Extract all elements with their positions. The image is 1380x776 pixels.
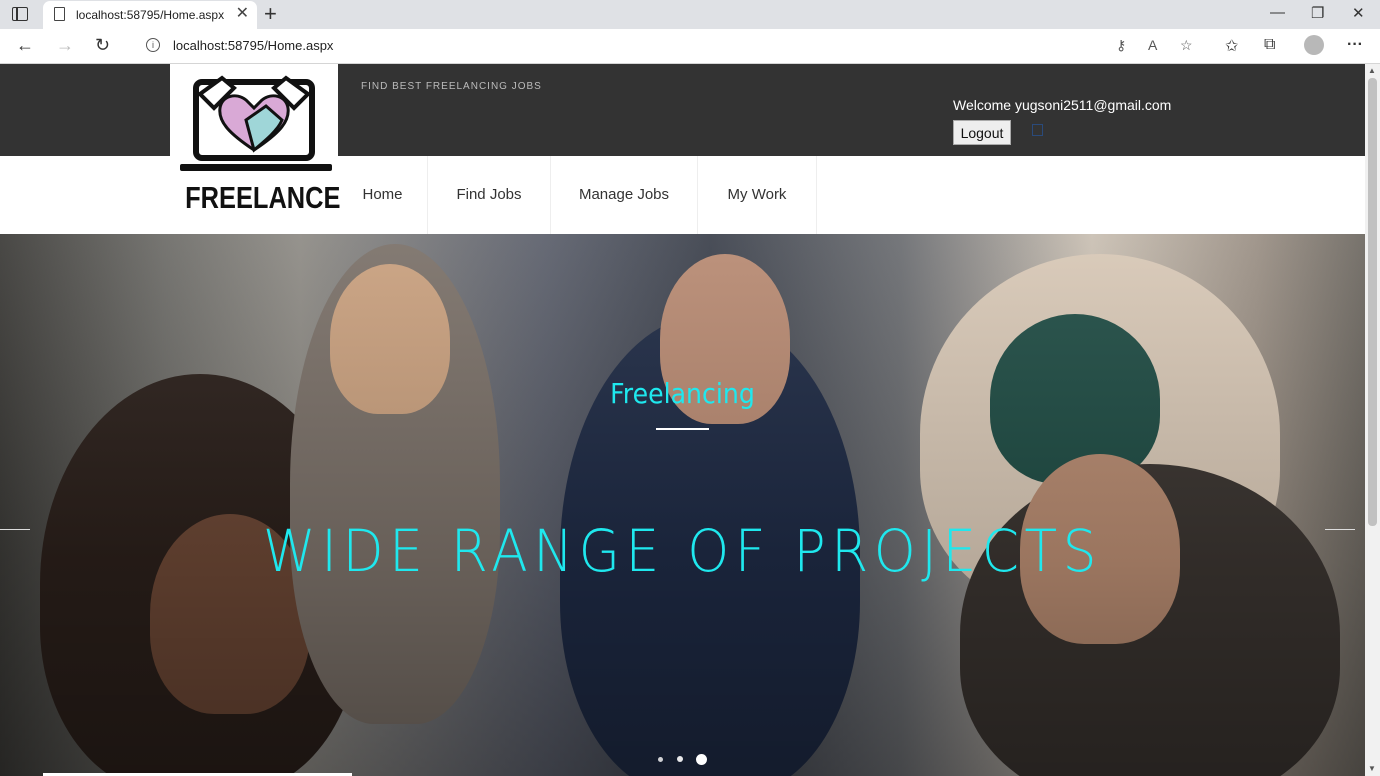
more-menu-icon[interactable]: ···: [1347, 36, 1363, 54]
nav-item-manage-jobs[interactable]: Manage Jobs: [551, 156, 698, 234]
nav-item-find-jobs[interactable]: Find Jobs: [428, 156, 551, 234]
close-window-icon[interactable]: ✕: [1352, 4, 1365, 22]
next-slide-control[interactable]: [1325, 529, 1355, 530]
carousel-dot-1[interactable]: [658, 757, 663, 762]
forward-icon[interactable]: →: [56, 35, 74, 55]
favorites-icon[interactable]: ✩: [1225, 36, 1238, 56]
hero-divider: [656, 428, 709, 430]
browser-tab-bar: localhost:58795/Home.aspx ✕ + — ❐ ✕: [0, 0, 1380, 29]
collections-icon[interactable]: ⧉: [1264, 36, 1275, 54]
nav-item-home[interactable]: Home: [338, 156, 428, 234]
key-icon[interactable]: ⚷: [1116, 37, 1126, 54]
carousel-dot-2[interactable]: [677, 756, 683, 762]
page-viewport: FIND BEST FREELANCING JOBS Welcome yugso…: [0, 64, 1365, 776]
hero-subtitle: Freelancing: [610, 377, 755, 410]
tagline: FIND BEST FREELANCING JOBS: [361, 81, 542, 92]
handshake-laptop-icon: [180, 75, 332, 171]
restore-icon[interactable]: ❐: [1311, 4, 1324, 22]
back-icon[interactable]: ←: [16, 35, 34, 55]
carousel-dot-3-active[interactable]: [696, 754, 707, 765]
page-icon: [54, 7, 65, 21]
favorite-add-icon[interactable]: ☆: [1180, 37, 1193, 54]
prev-slide-control[interactable]: [0, 529, 30, 530]
logo-text: FREELANCE: [185, 180, 341, 215]
nav-item-my-work[interactable]: My Work: [698, 156, 817, 234]
new-tab-icon[interactable]: +: [264, 3, 277, 25]
scroll-up-icon[interactable]: ▲: [1368, 66, 1376, 75]
welcome-text: Welcome yugsoni2511@gmail.com: [953, 97, 1172, 113]
logout-button[interactable]: Logout: [953, 120, 1011, 145]
address-bar[interactable]: i localhost:58795/Home.aspx ⚷ A ☆: [130, 33, 1208, 59]
tab-actions-icon[interactable]: [12, 7, 28, 21]
site-logo[interactable]: FREELANCE: [170, 64, 341, 234]
refresh-icon[interactable]: ↻: [95, 35, 110, 55]
page-scrollbar[interactable]: ▲ ▼: [1365, 64, 1380, 776]
hero-title: WIDE RANGE OF PROJECTS: [262, 517, 1103, 585]
url-text[interactable]: localhost:58795/Home.aspx: [173, 38, 333, 53]
read-aloud-icon[interactable]: A: [1148, 37, 1157, 53]
close-tab-icon[interactable]: ✕: [236, 5, 249, 23]
site-info-icon[interactable]: i: [146, 38, 160, 52]
scroll-down-icon[interactable]: ▼: [1368, 764, 1376, 773]
tab-title: localhost:58795/Home.aspx: [76, 8, 225, 22]
hero-overlay: [0, 234, 1365, 776]
profile-avatar[interactable]: [1304, 35, 1324, 55]
hero-carousel[interactable]: Freelancing WIDE RANGE OF PROJECTS: [0, 234, 1365, 776]
browser-toolbar: ← → ↻ i localhost:58795/Home.aspx ⚷ A ☆ …: [0, 29, 1380, 64]
minimize-icon[interactable]: —: [1270, 4, 1285, 21]
scroll-thumb[interactable]: [1368, 78, 1377, 526]
browser-tab[interactable]: localhost:58795/Home.aspx ✕: [43, 1, 257, 29]
checkbox-icon[interactable]: [1032, 124, 1043, 136]
